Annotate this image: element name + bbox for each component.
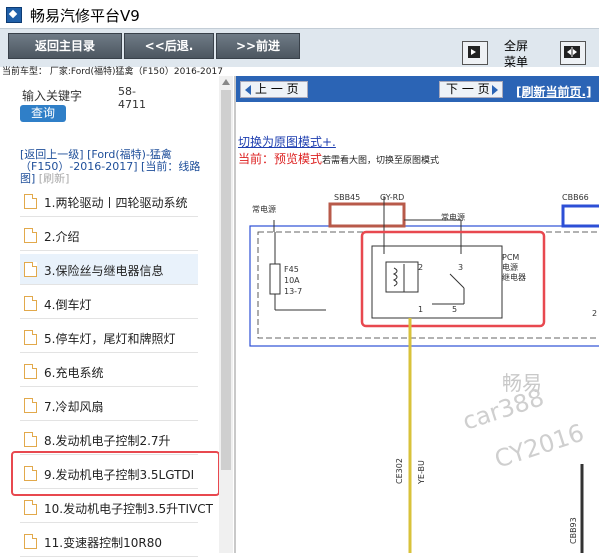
list-item[interactable]: 2.介绍	[20, 220, 198, 251]
switch-mode-link[interactable]: 切换为原图模式+.	[238, 133, 336, 150]
selected-item-highlight	[11, 451, 220, 496]
list-item-label: 11.变速器控制10R80	[44, 536, 162, 550]
diagram-label-cbb93: CBB93	[569, 517, 578, 544]
diagram-label-pin2: 2	[418, 263, 423, 272]
list-item-label: 2.介绍	[44, 230, 80, 244]
prev-page-button[interactable]: 上 一 页	[240, 81, 308, 98]
list-item-label: 8.发动机电子控制2.7升	[44, 434, 171, 448]
diagram-label-pcm-relay: 继电器	[502, 272, 526, 282]
expand-both-icon	[564, 46, 580, 58]
list-item-label: 4.倒车灯	[44, 298, 92, 312]
diagram-label-pcm: PCM	[502, 253, 519, 262]
right-panel: 上 一 页 下 一 页 [刷新当前页.] 切换为原图模式+. 当前：预览模式若需…	[236, 76, 599, 553]
list-item[interactable]: 4.倒车灯	[20, 288, 198, 319]
diagram-label-sbb45: SBB45	[334, 193, 360, 202]
diagram-label-pin1: 1	[418, 305, 423, 314]
forward-button[interactable]: >>前进	[216, 33, 300, 59]
diagram-label-pcm-power: 电源	[502, 262, 518, 272]
document-icon	[24, 330, 37, 345]
diagram-label-power-mid: 常电源	[441, 212, 465, 222]
list-item[interactable]: 3.保险丝与继电器信息	[20, 254, 198, 285]
diagram-label-cbb66: CBB66	[562, 193, 589, 202]
diagram-label-ye-bu: YE-BU	[417, 460, 426, 485]
breadcrumb-refresh-link[interactable]: [刷新]	[39, 172, 70, 185]
document-icon	[24, 194, 37, 209]
preview-mode-label: 当前：预览模式	[238, 152, 323, 166]
document-icon	[24, 398, 37, 413]
diagram-label-edge-num: 2	[592, 309, 597, 318]
preview-mode-line: 当前：预览模式若需看大图，切换至原图模式	[238, 150, 439, 167]
fullscreen-label-line2: 菜单	[504, 55, 529, 69]
list-item-label: 10.发动机电子控制3.5升TIVCT	[44, 502, 213, 516]
main-menu-button[interactable]: 返回主目录	[8, 33, 122, 59]
toolbar: 返回主目录 <<后退. >>前进 全屏 菜单	[0, 28, 599, 70]
back-button[interactable]: <<后退.	[124, 33, 214, 59]
diagram-label-power-left: 常电源	[252, 204, 276, 214]
document-icon	[24, 296, 37, 311]
next-page-button[interactable]: 下 一 页	[439, 81, 503, 98]
document-icon	[24, 432, 37, 447]
keyword-input[interactable]: 58-4711	[118, 85, 158, 111]
list-item-label: 6.充电系统	[44, 366, 104, 380]
list-item-label: 3.保险丝与继电器信息	[44, 264, 164, 278]
list-item[interactable]: 5.停车灯，尾灯和牌照灯	[20, 322, 198, 353]
app-logo-icon	[6, 7, 22, 23]
document-icon	[24, 534, 37, 549]
diagram-label-ce302: CE302	[395, 458, 404, 484]
collapse-left-icon	[468, 46, 480, 58]
list-item[interactable]: 10.发动机电子控制3.5升TIVCT	[20, 492, 213, 523]
list-item[interactable]: 11.变速器控制10R80	[20, 526, 198, 557]
diagram-label-fuse-f45: F45	[284, 265, 299, 274]
list-item[interactable]: 7.冷却风扇	[20, 390, 198, 421]
diagram-label-fuse-amp: 10A	[284, 276, 300, 285]
document-icon	[24, 500, 37, 515]
scrollbar-thumb[interactable]	[221, 90, 231, 470]
next-page-label: 下 一 页	[446, 82, 490, 96]
breadcrumb: [返回上一级] [Ford(福特)-猛禽（F150）-2016-2017] [当…	[20, 149, 215, 185]
search-button[interactable]: 查询	[20, 105, 66, 122]
list-item[interactable]: 1.两轮驱动丨四轮驱动系统	[20, 186, 198, 217]
document-icon	[24, 364, 37, 379]
refresh-page-link[interactable]: [刷新当前页.]	[516, 83, 592, 100]
collapse-left-button[interactable]	[462, 41, 488, 65]
title-bar: 畅易汽修平台V9	[0, 0, 599, 28]
wiring-diagram[interactable]: 常电源 SBB45 GY-RD 常电源 CBB66 F45 10A 13-7 2…	[236, 184, 599, 553]
window-title: 畅易汽修平台V9	[30, 7, 140, 25]
diagram-label-pin3: 3	[458, 263, 463, 272]
page-nav-bar: 上 一 页 下 一 页 [刷新当前页.]	[236, 76, 599, 102]
arrow-left-icon	[245, 85, 251, 95]
list-item-label: 5.停车灯，尾灯和牌照灯	[44, 332, 176, 346]
left-scrollbar[interactable]	[219, 76, 233, 553]
scroll-up-arrow-icon[interactable]	[222, 79, 230, 85]
fullscreen-menu-label[interactable]: 全屏 菜单	[504, 38, 528, 70]
list-item-label: 7.冷却风扇	[44, 400, 104, 414]
fullscreen-label-line1: 全屏	[504, 39, 529, 53]
arrow-right-icon	[492, 85, 498, 95]
preview-mode-tip: 若需看大图，切换至原图模式	[322, 156, 440, 166]
keyword-label: 输入关键字	[22, 89, 83, 103]
document-icon	[24, 228, 37, 243]
diagram-label-pin5: 5	[452, 305, 457, 314]
diagram-label-fuse-loc: 13-7	[284, 287, 302, 296]
prev-page-label: 上 一 页	[255, 82, 299, 96]
list-item[interactable]: 6.充电系统	[20, 356, 198, 387]
list-item-label: 1.两轮驱动丨四轮驱动系统	[44, 196, 188, 210]
diagram-label-gy-rd: GY-RD	[380, 193, 404, 202]
document-icon	[24, 262, 37, 277]
expand-both-button[interactable]	[560, 41, 586, 65]
